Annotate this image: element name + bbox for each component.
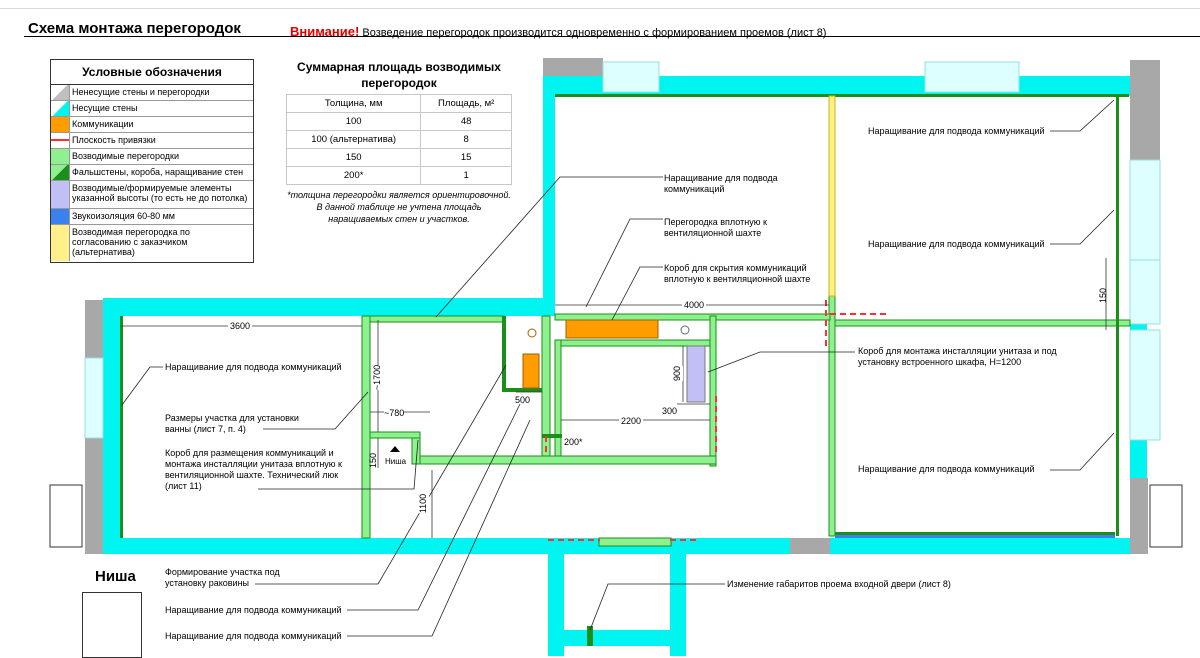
annotation-text: Короб для монтажа инсталляции унитаза и … — [858, 346, 1057, 367]
partition — [361, 315, 371, 539]
wall-gray — [1130, 60, 1160, 160]
window — [1129, 259, 1161, 325]
leader — [1050, 432, 1115, 471]
partition — [554, 313, 831, 321]
communication-box — [522, 353, 540, 389]
window — [924, 61, 1020, 93]
wall-left — [103, 298, 120, 554]
partition — [598, 537, 672, 547]
leader — [121, 366, 163, 406]
leader — [611, 266, 663, 321]
dimension-1100: 1100 — [418, 493, 430, 514]
false-wall — [1116, 96, 1119, 536]
wall-entry-bottom — [564, 630, 670, 646]
soundproofing — [835, 535, 1115, 538]
dimension-900: 900 — [672, 365, 684, 382]
annotation-text: Изменение габаритов проема входной двери… — [727, 579, 951, 589]
floor-plan — [49, 58, 1183, 656]
window — [1129, 329, 1161, 441]
new-partitions — [361, 95, 1131, 547]
riser-pipe — [680, 325, 690, 335]
niche-small-label: Ниша — [385, 457, 407, 466]
partial-height-box — [686, 345, 706, 403]
partition — [369, 315, 505, 323]
dimension-2200: 2200 — [619, 416, 644, 427]
annotation-text: Короб для размещения коммуникаций и монт… — [165, 448, 342, 491]
niche-marker-icon — [390, 446, 400, 452]
wall-gray — [1130, 478, 1148, 554]
partition — [554, 339, 562, 461]
dimension-1700: ~1700 — [372, 364, 384, 391]
window — [1129, 159, 1161, 261]
dimension-150-right: 150 — [1098, 287, 1109, 304]
false-wall — [120, 316, 123, 538]
annotation-text: Наращивание для подвода коммуникаций — [868, 126, 1045, 136]
annotation-text: Наращивание для подвода коммуникаций — [165, 362, 342, 372]
annotation-text: Формирование участка под установку раков… — [165, 567, 280, 588]
partition — [369, 431, 421, 439]
annotation-text: Наращивание для подвода коммуникаций — [165, 605, 342, 615]
partition — [411, 455, 717, 465]
communication-box — [565, 319, 659, 339]
annotation-text: Наращивание для подвода коммуникаций — [165, 631, 342, 641]
false-wall — [502, 388, 542, 392]
wall-center-vertical — [543, 76, 555, 316]
partition — [709, 315, 717, 467]
partition — [554, 339, 716, 347]
leader — [1050, 209, 1115, 245]
dimension-780: ~780 — [384, 408, 405, 419]
dimension-500: 500 — [515, 395, 531, 405]
false-wall — [555, 94, 1129, 97]
leader — [1050, 99, 1115, 132]
dimension-300: 300 — [662, 406, 678, 416]
annotation-text: Наращивание для подвода коммуникаций — [868, 239, 1045, 249]
window — [602, 61, 660, 93]
wall-top-left — [103, 298, 543, 316]
wall-entry-left — [548, 554, 564, 656]
wall-gray — [85, 300, 103, 358]
annotation-text: Размеры участка для установки ванны (лис… — [165, 413, 299, 434]
niche-title: Ниша — [95, 568, 136, 585]
wall-entry-right — [670, 554, 686, 656]
wall-gray — [790, 538, 830, 554]
dimension-4000: 4000 — [682, 300, 707, 311]
dimension-200: 200* — [564, 437, 583, 447]
annotation-text: Перегородка вплотную к вентиляционной ша… — [664, 217, 767, 238]
partition — [834, 319, 1131, 327]
annotation-text: Короб для скрытия коммуникаций вплотную … — [664, 263, 811, 284]
alternative-partition — [828, 95, 836, 297]
window — [84, 357, 104, 439]
dimension-3600: 3600 — [228, 321, 253, 332]
false-wall — [502, 316, 506, 392]
wall-gray — [85, 438, 103, 554]
leader — [585, 218, 663, 308]
annotation-text: Наращивание для подвода коммуникаций — [858, 464, 1035, 474]
niche-box — [82, 592, 142, 658]
annotation-text: Наращивание для подвода коммуникаций — [664, 173, 778, 194]
window — [1149, 484, 1183, 548]
riser-pipe — [527, 328, 537, 338]
leader — [589, 583, 725, 631]
false-wall — [835, 532, 1115, 535]
dimension-150: 150 — [368, 452, 379, 469]
annotation-label: Наращивание для подвода коммуникаций — [664, 173, 804, 195]
window — [49, 484, 83, 548]
wall-gray — [543, 58, 603, 76]
